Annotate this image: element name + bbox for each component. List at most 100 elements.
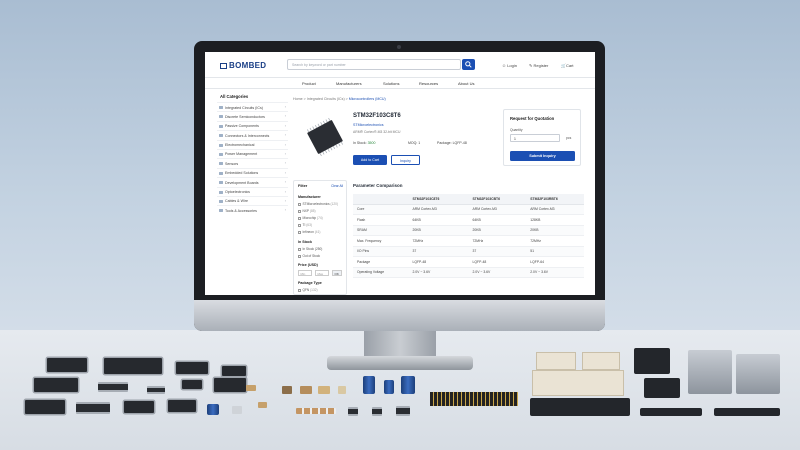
- login-label: Login: [507, 63, 517, 68]
- table-cell: 20KB: [468, 225, 527, 236]
- qfp-chip-photo: [168, 400, 196, 412]
- register-label: Register: [533, 63, 549, 68]
- chevron-right-icon: ›: [284, 105, 286, 109]
- soic-chip-photo: [147, 386, 165, 394]
- checkbox[interactable]: [298, 202, 301, 206]
- sidebar-item[interactable]: Discrete Semiconductors ›: [217, 111, 288, 120]
- capacitor-photo: [363, 376, 375, 394]
- quantity-label: Quantity: [510, 128, 523, 132]
- inquiry-button[interactable]: Inquiry: [391, 155, 420, 165]
- checkbox[interactable]: [298, 254, 301, 258]
- add-to-cart-button[interactable]: Add to Cart: [353, 155, 387, 165]
- nav-item-resources[interactable]: Resources: [419, 81, 438, 86]
- filter-option[interactable]: STMicroelectronics (120): [298, 202, 338, 206]
- checkbox[interactable]: [298, 216, 301, 220]
- submit-inquiry-button[interactable]: Submit Inquiry: [510, 151, 575, 161]
- table-cell: 72MHz: [526, 235, 584, 247]
- filter-option-label: Microchip: [302, 216, 317, 220]
- qfp-chip-photo: [25, 400, 65, 414]
- table-cell: 72MHz: [408, 235, 469, 247]
- cart-link[interactable]: 🛒Cart: [561, 63, 574, 68]
- checkbox[interactable]: [298, 288, 301, 292]
- category-icon: [219, 115, 223, 119]
- qfp-chip-photo: [222, 366, 246, 376]
- filter-option[interactable]: TI (63): [298, 223, 312, 227]
- sidebar-item[interactable]: Development Boards ›: [217, 177, 288, 186]
- filter-option-label: In Stock (250): [302, 247, 323, 251]
- nav-item-solutions[interactable]: Solutions: [383, 81, 399, 86]
- register-link[interactable]: ✎ Register: [529, 63, 548, 68]
- breadcrumb-home[interactable]: Home: [293, 97, 303, 101]
- sidebar-item[interactable]: Connectors & Interconnects ›: [217, 130, 288, 139]
- checkbox[interactable]: [298, 223, 301, 227]
- sidebar-item[interactable]: Power Management ›: [217, 148, 288, 158]
- main-nav: Product Manufacturers Solutions Resource…: [205, 78, 595, 89]
- clear-all-link[interactable]: Clear All: [331, 184, 343, 188]
- breadcrumb-ics[interactable]: Integrated Circuits (ICs): [307, 97, 345, 101]
- filter-option[interactable]: NXP (85): [298, 209, 316, 213]
- price-ok-button[interactable]: OK: [332, 270, 342, 276]
- table-cell: Max. Frequency: [353, 235, 409, 247]
- chevron-right-icon: ›: [284, 133, 286, 138]
- cart-label: Cart: [565, 63, 574, 68]
- price-max-input[interactable]: Max: [315, 270, 329, 276]
- component-photo: [396, 406, 410, 416]
- checkbox[interactable]: [298, 247, 301, 251]
- nav-item-product[interactable]: Product: [302, 81, 316, 86]
- filter-option[interactable]: Infineon (41): [298, 230, 320, 234]
- search-button[interactable]: [462, 59, 475, 70]
- rfq-title: Request for Quotation: [510, 116, 555, 121]
- sidebar-item-label: Integrated Circuits (ICs): [225, 105, 263, 110]
- breadcrumb-current[interactable]: Microcontrollers (MCU): [349, 97, 386, 101]
- search-input[interactable]: Search by keyword or part number: [287, 59, 461, 70]
- qfp-chip-photo: [34, 378, 78, 392]
- stock-label: In Stock:: [353, 141, 367, 145]
- quantity-unit: pcs: [566, 136, 572, 140]
- filter-option[interactable]: In Stock (250): [298, 247, 322, 251]
- checkbox[interactable]: [298, 230, 301, 234]
- filter-option-count: (132): [310, 288, 318, 292]
- sidebar-item[interactable]: Integrated Circuits (ICs) ›: [217, 102, 288, 111]
- category-icon: [219, 124, 223, 128]
- sidebar-item[interactable]: Optoelectronics ›: [217, 186, 288, 196]
- component-photo: [348, 407, 358, 416]
- sidebar-item[interactable]: Sensors ›: [217, 158, 288, 167]
- table-cell: 2.0V ~ 3.6V: [468, 267, 527, 278]
- chevron-right-icon: ›: [284, 151, 286, 156]
- table-cell: 51: [526, 246, 584, 257]
- qfp-chip-photo: [124, 401, 154, 413]
- stock-info: In Stock: 3500: [353, 141, 375, 145]
- filter-option[interactable]: Microchip (74): [298, 216, 323, 220]
- product-chip-image: [307, 117, 343, 157]
- connector-photo: [644, 378, 680, 398]
- nav-item-manufacturers[interactable]: Manufacturers: [336, 81, 362, 86]
- fpc-connector-photo: [714, 408, 780, 416]
- nav-item-about[interactable]: About Us: [458, 81, 474, 86]
- login-link[interactable]: ☺ Login: [502, 63, 517, 68]
- filter-option[interactable]: QFN (132): [298, 288, 318, 292]
- price-min-input[interactable]: Min: [298, 270, 312, 276]
- site-logo[interactable]: BOMBED: [220, 61, 266, 70]
- product-manufacturer-link[interactable]: STMicroelectronics: [353, 123, 384, 127]
- filter-option[interactable]: Out of Stock: [298, 254, 320, 258]
- chevron-right-icon: ›: [284, 198, 286, 203]
- filter-option-label: Infineon: [302, 230, 314, 234]
- soic-chip-photo: [98, 382, 128, 392]
- stock-value: 3500: [367, 141, 376, 145]
- category-icon: [219, 171, 223, 175]
- component-photo: [372, 407, 382, 416]
- sidebar-item[interactable]: Tools & Accessories ›: [217, 205, 288, 214]
- breadcrumb: Home > Integrated Circuits (ICs) > Micro…: [293, 97, 386, 101]
- table-row: I/O Pins 37 37 51: [353, 246, 584, 257]
- filter-option-count: (74): [317, 216, 323, 220]
- sidebar-item[interactable]: Cables & Wire ›: [217, 195, 288, 205]
- sidebar-item[interactable]: Passive Components ›: [217, 120, 288, 130]
- qfp-chip-photo: [104, 358, 162, 374]
- checkbox[interactable]: [298, 209, 301, 213]
- rj45-jack-photo: [736, 354, 780, 394]
- table-cell: Operating Voltage: [353, 267, 409, 278]
- moq-info: MOQ: 1: [408, 141, 421, 145]
- quantity-input[interactable]: 1: [510, 134, 560, 142]
- sidebar-item[interactable]: Embedded Solutions ›: [217, 167, 288, 177]
- sidebar-item[interactable]: Electromechanical ›: [217, 139, 288, 149]
